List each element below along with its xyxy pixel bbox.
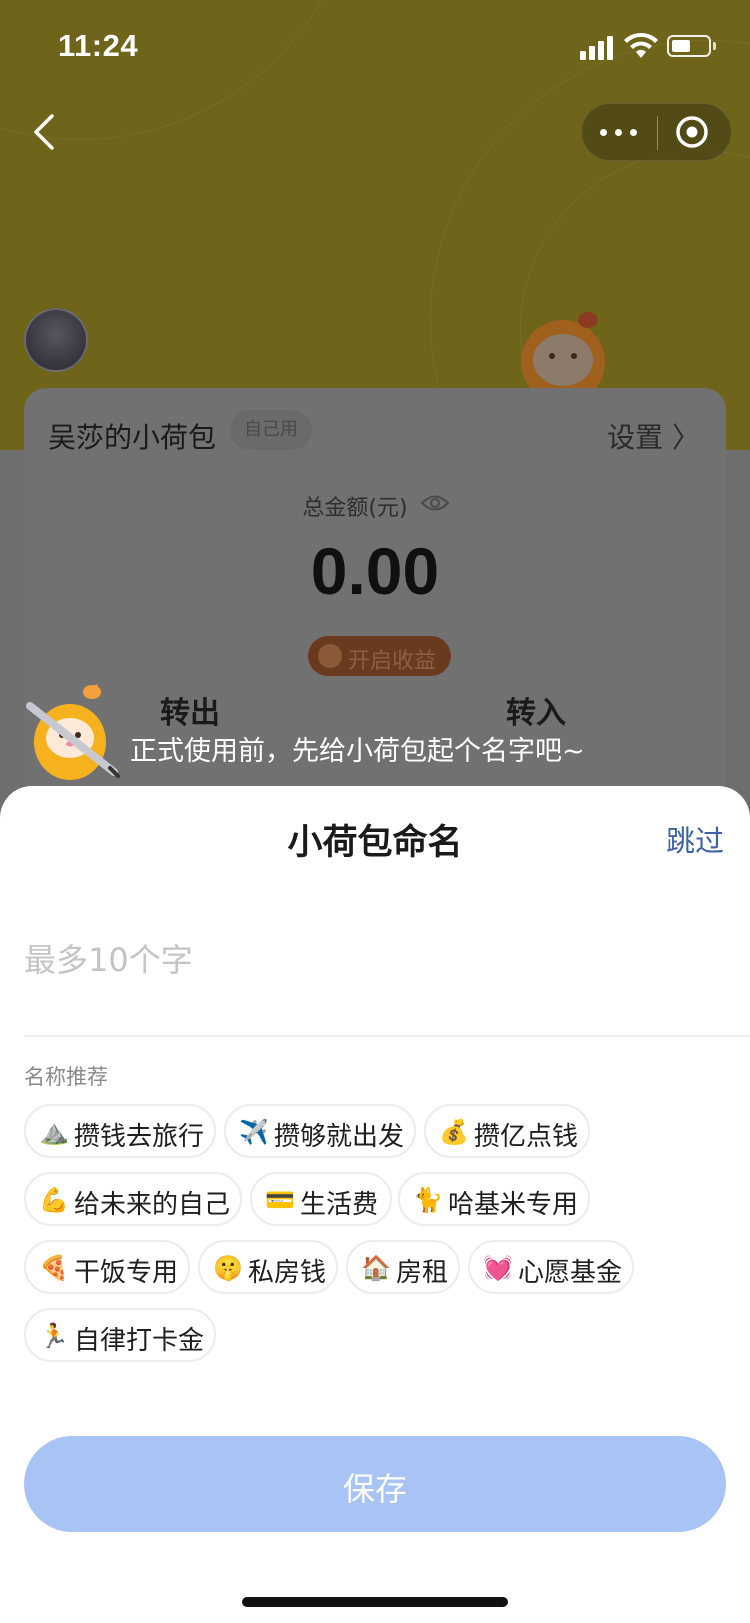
total-amount: 0.00 [310, 534, 440, 608]
suggestion-chip[interactable]: 💪 给未来的自己 [24, 1172, 242, 1226]
more-dots-icon [600, 129, 607, 136]
wallet-name: 吴莎的小荷包 [48, 421, 217, 454]
close-miniprogram-button[interactable] [658, 104, 732, 160]
suggestion-chip[interactable]: 💓 心愿基金 [468, 1240, 634, 1294]
house-icon: 🏠 [361, 1254, 391, 1282]
airplane-icon: ✈️ [239, 1118, 269, 1146]
avatar [24, 308, 88, 372]
chevron-left-icon [34, 114, 54, 150]
suggestion-chip[interactable]: 🤫 私房钱 [198, 1240, 338, 1294]
sheet-title: 小荷包命名 [287, 823, 463, 863]
enable-earnings-button[interactable]: 开启收益 [308, 636, 451, 676]
battery-icon [667, 35, 711, 57]
suggestion-chip[interactable]: 💰 攒亿点钱 [424, 1104, 590, 1158]
status-bar: 11:24 [0, 0, 750, 88]
battery-tip [713, 42, 716, 50]
suggestion-label: 干饭专用 [74, 1258, 179, 1288]
shushing-face-icon: 🤫 [213, 1254, 243, 1282]
suggestion-label: 攒够就出发 [274, 1122, 405, 1152]
pizza-icon: 🍕 [39, 1254, 69, 1282]
credit-card-icon: 💳 [265, 1186, 295, 1214]
input-underline [24, 1035, 750, 1037]
suggestion-label: 自律打卡金 [74, 1326, 205, 1356]
target-close-icon [676, 116, 708, 148]
running-person-icon: 🏃 [39, 1322, 69, 1350]
wallet-name-input[interactable] [24, 932, 750, 988]
mascot-pencil-illustration [26, 684, 120, 780]
naming-prompt: 正式使用前，先给小荷包起个名字吧~ [130, 736, 585, 767]
suggestion-chip[interactable]: ✈️ 攒够就出发 [224, 1104, 416, 1158]
suggestion-chip[interactable]: 🐈 哈基米专用 [398, 1172, 590, 1226]
suggestion-chip[interactable]: 🍕 干饭专用 [24, 1240, 190, 1294]
enable-earnings-label: 开启收益 [348, 649, 437, 674]
eye-icon[interactable] [420, 492, 450, 514]
coin-icon [318, 644, 342, 668]
transfer-in-button[interactable]: 转入 [506, 688, 566, 732]
suggestion-label: 房租 [396, 1258, 449, 1288]
status-time: 11:24 [58, 28, 139, 63]
suggestion-label: 给未来的自己 [74, 1190, 231, 1220]
cat-icon: 🐈 [413, 1186, 443, 1214]
settings-link[interactable]: 设置 〉 [607, 416, 700, 456]
wallet-tag: 自己用 [230, 410, 312, 450]
save-label: 保存 [342, 1470, 407, 1508]
cellular-signal-icon [580, 34, 616, 60]
suggestion-label: 心愿基金 [518, 1258, 623, 1288]
more-button[interactable] [582, 104, 657, 160]
money-bag-icon: 💰 [439, 1118, 469, 1146]
save-button[interactable]: 保存 [24, 1436, 726, 1532]
suggestion-chip[interactable]: 💳 生活费 [250, 1172, 392, 1226]
suggestion-label: 私房钱 [248, 1258, 327, 1288]
beating-heart-icon: 💓 [483, 1254, 513, 1282]
back-button[interactable] [28, 108, 68, 156]
suggestion-label: 生活费 [300, 1190, 379, 1220]
mountain-icon: ⛰️ [39, 1118, 69, 1146]
mascot-illustration [521, 312, 605, 392]
wifi-icon [624, 32, 658, 58]
home-indicator [242, 1597, 508, 1607]
skip-button[interactable]: 跳过 [666, 818, 724, 860]
transfer-out-button[interactable]: 转出 [160, 688, 220, 732]
miniprogram-capsule [581, 103, 732, 161]
recommend-label: 名称推荐 [24, 1065, 108, 1089]
total-amount-label: 总金额(元) [302, 496, 408, 521]
suggestion-chip[interactable]: ⛰️ 攒钱去旅行 [24, 1104, 216, 1158]
suggestion-label: 攒钱去旅行 [74, 1122, 205, 1152]
suggestion-chip[interactable]: 🏃 自律打卡金 [24, 1308, 216, 1362]
suggestion-label: 攒亿点钱 [474, 1122, 579, 1152]
flexed-biceps-icon: 💪 [39, 1186, 69, 1214]
suggestion-label: 哈基米专用 [448, 1190, 579, 1220]
naming-sheet: 小荷包命名 跳过 名称推荐 ⛰️ 攒钱去旅行 ✈️ 攒够就出发 💰 攒亿点钱 💪… [0, 786, 750, 1623]
suggestion-chip[interactable]: 🏠 房租 [346, 1240, 460, 1294]
